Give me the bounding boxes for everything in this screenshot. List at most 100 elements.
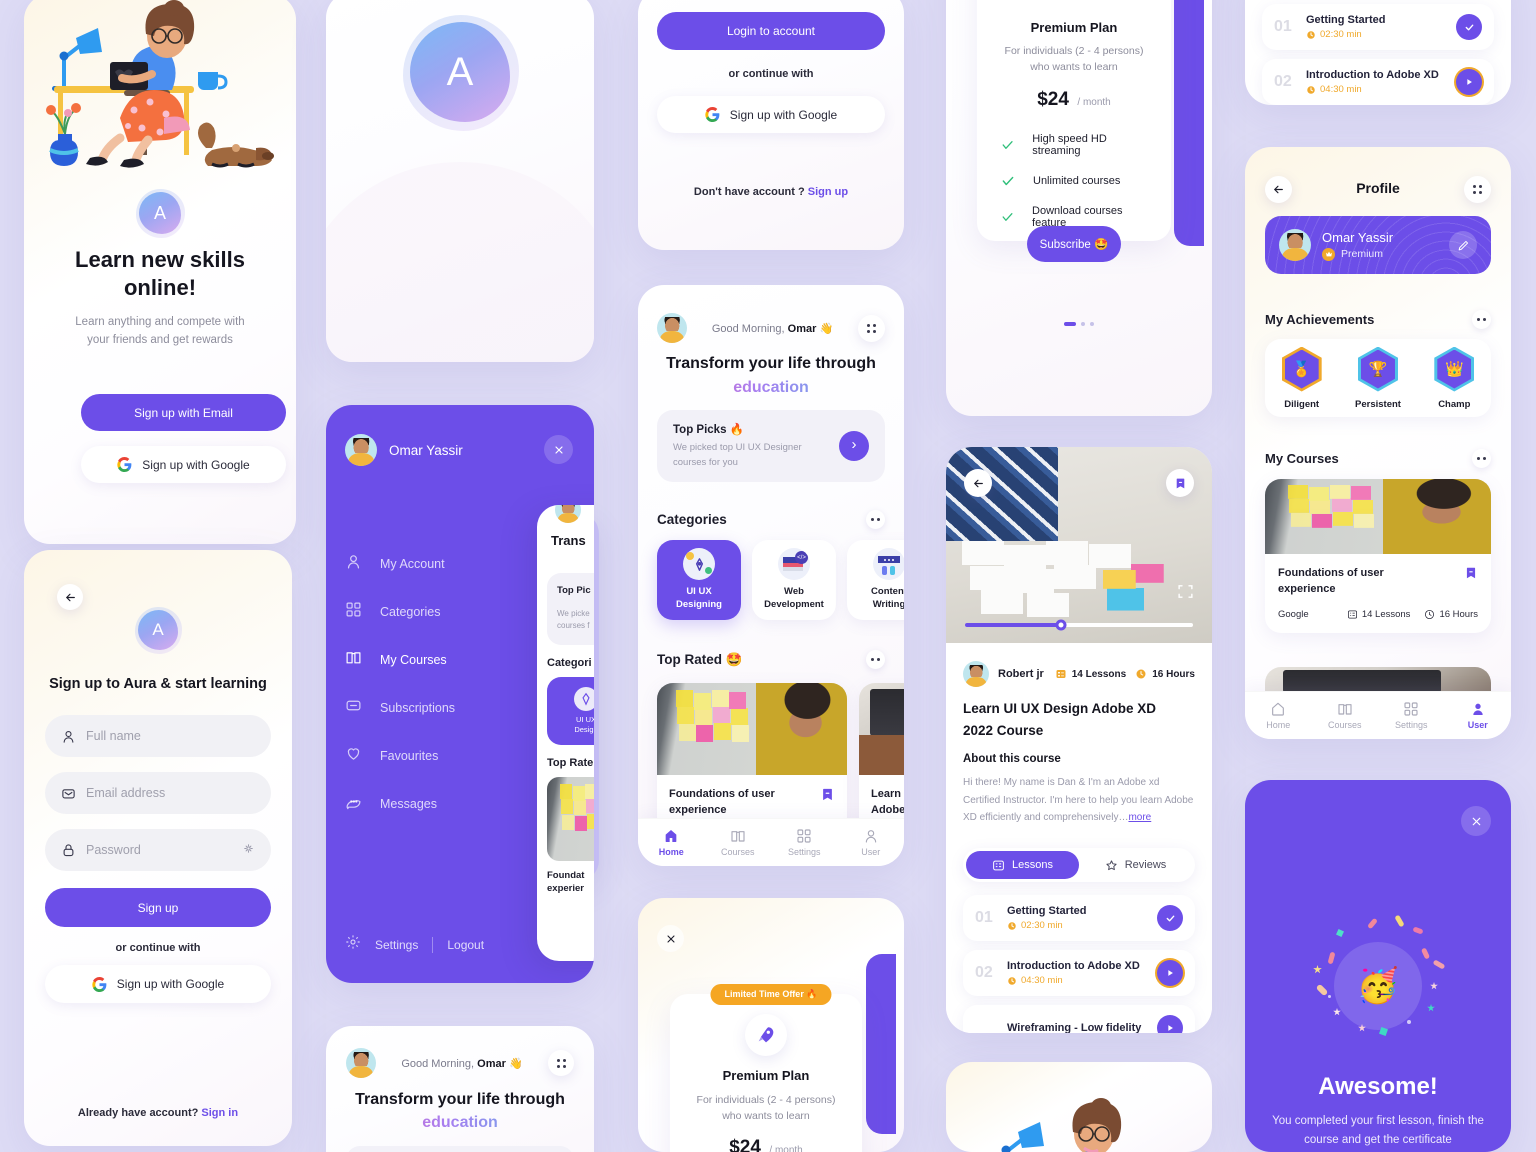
grid-dots-icon [556,1058,566,1068]
home-dup-greeting: Good Morning, Omar 👋 [388,1057,536,1070]
category-card-web-dev[interactable]: </> Web Development [752,540,836,620]
full-name-field[interactable]: Full name [45,715,271,757]
check-icon [1002,176,1014,186]
edit-profile-button[interactable] [1449,231,1477,259]
category-card-content-writing[interactable]: Content Writing [847,540,904,620]
subscribe-button[interactable]: Subscribe 🤩 [1027,226,1121,262]
login-signup-link[interactable]: Sign up [808,186,848,198]
instructor-name: Robert jr [998,668,1044,680]
course-card[interactable]: Learn UI UX Design Adobe XD [859,683,904,833]
pager-dot[interactable] [1090,322,1094,326]
nav-settings[interactable]: Settings [771,828,838,857]
drawer-user[interactable]: Omar Yassir [345,434,463,466]
tab-reviews[interactable]: Reviews [1079,851,1192,879]
home-hero-line1: Transform your life through [666,355,876,372]
pager-dot-active[interactable] [1064,322,1076,326]
achievement-persistent[interactable]: 🏆 Persistent [1355,346,1401,410]
premium-desc-line1: For individuals (2 - 4 persons) [1004,45,1144,57]
lesson-play-button[interactable] [1157,1015,1183,1033]
screen-premium-modal: Limited Time Offer 🔥 Premium Plan For in… [638,898,904,1152]
nav-settings[interactable]: Settings [1378,701,1445,730]
signup-google-label: Sign up with Google [116,977,225,991]
signup-email-button[interactable]: Sign up with Email [81,394,286,431]
about-more-link[interactable]: more [1128,812,1151,823]
drawer-logout-label[interactable]: Logout [447,938,484,952]
signin-link[interactable]: Sign in [201,1107,238,1119]
hex-badge: 🏆 [1357,346,1398,392]
lesson-row[interactable]: 02 Introduction to Adobe XD 04:30 min [963,950,1195,996]
tab-lessons[interactable]: Lessons [966,851,1079,879]
drawer-item-categories[interactable]: Categories [345,601,455,623]
drawer-item-subscriptions[interactable]: Subscriptions [345,697,455,719]
signup-google-button[interactable]: Sign up with Google [45,965,271,1003]
top-rated-more-button[interactable] [866,650,885,669]
pager-dot[interactable] [1081,322,1085,326]
onboarding-title-line1: Learn new skills [75,247,245,272]
drawer-close-button[interactable] [544,435,573,464]
course-card[interactable]: Foundations of user experience [657,683,847,833]
nav-home[interactable]: Home [1245,701,1312,730]
profile-course-card[interactable]: Foundations of user experience Google 14… [1265,479,1491,633]
screen-course-detail: Robert jr 14 Lessons 16 Hours Learn UI U… [946,447,1212,1033]
onboarding-copy: Learn new skills online! Learn anything … [44,246,276,350]
my-courses-more-button[interactable] [1472,449,1491,468]
lesson-row[interactable]: 01 Getting Started 02:30 min [1262,4,1494,50]
drawer-peek-home: Trans e Top Pic We pickecourses f Catego… [537,505,594,961]
menu-button[interactable] [1464,176,1491,203]
top-picks-card[interactable]: Top Picks 🔥 We picked top UI UX Designer… [657,410,885,482]
course-title-line1: Learn UI UX Design [871,788,904,800]
fullscreen-icon[interactable] [1177,583,1194,605]
drawer-item-my-account[interactable]: My Account [345,553,455,575]
course-video-preview[interactable] [946,447,1212,643]
category-card-ui-ux[interactable]: UI UX Designing [657,540,741,620]
video-progress-knob[interactable] [1055,619,1067,631]
achievement-diligent[interactable]: 🏅 Diligent [1281,346,1322,410]
video-progress[interactable] [965,619,1193,631]
bookmark-button[interactable] [1166,469,1194,497]
menu-button[interactable] [858,314,885,342]
screen-drawer: Omar Yassir My Account Categories My Cou… [326,405,594,983]
achievement-champ[interactable]: 👑 Champ [1434,346,1475,410]
password-field[interactable]: Password [45,829,271,871]
drawer-item-messages[interactable]: Messages [345,793,455,815]
signup-submit-button[interactable]: Sign up [45,888,271,927]
menu-button[interactable] [548,1050,574,1076]
nav-user[interactable]: User [1445,701,1512,730]
back-button[interactable] [964,469,992,497]
divider [432,936,434,953]
lesson-row[interactable]: 01 Getting Started 02:30 min [963,895,1195,941]
home-dup-hero-line1: Transform your life through [355,1091,565,1108]
categories-more-button[interactable] [866,510,885,529]
nav-courses[interactable]: Courses [1312,701,1379,730]
premium-close-button[interactable] [657,925,684,952]
bookmark-icon[interactable] [820,787,835,807]
bookmark-icon[interactable] [1464,566,1478,585]
lesson-play-button[interactable] [1456,69,1482,95]
play-icon [1168,970,1173,976]
drawer-item-my-courses[interactable]: My Courses [345,649,455,671]
lesson-row[interactable]: 02 Introduction to Adobe XD 04:30 min [1262,59,1494,105]
drawer-item-favourites[interactable]: Favourites [345,745,455,767]
toggle-password-icon[interactable] [242,842,255,858]
profile-user-card[interactable]: Omar Yassir Premium [1265,216,1491,274]
lesson-title: Getting Started [1306,14,1386,26]
signup-google-button[interactable]: Sign up with Google [81,446,286,483]
success-title: Awesome! [1318,1073,1438,1100]
back-button[interactable] [57,584,83,610]
nav-user[interactable]: User [838,828,905,857]
login-google-button[interactable]: Sign up with Google [657,96,885,133]
drawer-settings-label[interactable]: Settings [375,938,418,952]
nav-courses[interactable]: Courses [705,828,772,857]
email-field[interactable]: Email address [45,772,271,814]
lesson-done-button[interactable] [1157,905,1183,931]
success-close-button[interactable] [1461,806,1491,836]
lesson-row[interactable]: Wireframing - Low fidelity [963,1005,1195,1033]
lesson-play-button[interactable] [1157,960,1183,986]
lesson-done-button[interactable] [1456,14,1482,40]
screen-onboarding: A Learn new skills online! Learn anythin… [24,0,296,544]
achievements-more-button[interactable] [1472,310,1491,329]
login-button[interactable]: Login to account [657,12,885,50]
onboarding-illustration [24,0,296,178]
top-picks-arrow-button[interactable]: › [839,431,869,461]
nav-home[interactable]: Home [638,828,705,857]
